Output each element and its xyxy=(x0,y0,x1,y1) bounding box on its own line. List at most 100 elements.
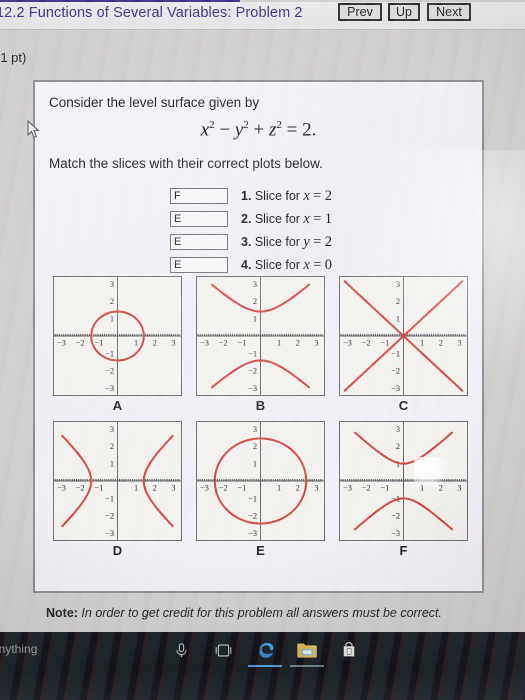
answer-label-1: 1. Slice for x = 2 xyxy=(241,188,332,205)
taskbar-icon-group xyxy=(168,636,362,667)
equation-minus: − xyxy=(219,119,231,141)
note-text: In order to get credit for this problem … xyxy=(77,606,442,620)
credit-note: Note: In order to get credit for this pr… xyxy=(46,606,442,620)
svg-text:1: 1 xyxy=(420,483,424,492)
svg-text:−1: −1 xyxy=(94,483,103,492)
svg-text:1: 1 xyxy=(110,460,114,469)
plot-cell-E: −3 −2 −1 1 2 3 −3 −2 −1 1 2 3 E xyxy=(196,421,325,558)
search-box-text[interactable]: anything xyxy=(0,642,37,656)
svg-text:−3: −3 xyxy=(391,529,400,538)
svg-text:−3: −3 xyxy=(343,483,352,492)
microsoft-store-icon[interactable] xyxy=(336,636,362,664)
file-explorer-icon[interactable] xyxy=(290,636,324,667)
svg-text:−2: −2 xyxy=(248,367,257,376)
plot-cell-A: −3 −2 −1 1 2 3 −3 −2 −1 1 2 3 A xyxy=(53,276,182,413)
svg-text:−1: −1 xyxy=(105,349,114,358)
svg-text:3: 3 xyxy=(457,483,461,492)
plot-row-bottom: −3 −2 −1 1 2 3 −3 −2 −1 1 2 3 D −3 −2 −1 1 2 3 −3 −2 −1 1 2 3 … xyxy=(53,421,468,558)
equation-rhs: 2. xyxy=(302,119,317,141)
svg-text:−3: −3 xyxy=(248,529,257,538)
answer-word-3: Slice for xyxy=(254,234,300,249)
answer-label-3: 3. Slice for y = 2 xyxy=(241,234,332,251)
plot-frame-A[interactable]: −3 −2 −1 1 2 3 −3 −2 −1 1 2 3 xyxy=(53,276,182,396)
problem-panel: Consider the level surface given by x2 −… xyxy=(33,80,484,593)
answer-input-2[interactable] xyxy=(170,211,228,227)
answer-input-1[interactable] xyxy=(170,188,228,204)
level-surface-equation: x2 − y2 + z2 = 2. xyxy=(35,119,482,141)
svg-text:2: 2 xyxy=(153,338,157,347)
plot-frame-D[interactable]: −3 −2 −1 1 2 3 −3 −2 −1 1 2 3 xyxy=(53,421,182,541)
answer-number-4: 4. xyxy=(241,257,252,272)
equation-x-exp: 2 xyxy=(209,119,215,131)
answer-label-4: 4. Slice for x = 0 xyxy=(241,257,332,274)
answer-input-4[interactable] xyxy=(170,257,228,273)
answer-word-1: Slice for xyxy=(254,188,300,203)
plot-cell-B: −3 −2 −1 1 2 3 −3 −2 −1 1 2 3 B xyxy=(196,276,325,413)
svg-text:1: 1 xyxy=(277,483,281,492)
svg-text:−1: −1 xyxy=(380,483,389,492)
svg-text:1: 1 xyxy=(396,315,400,324)
mouse-cursor xyxy=(27,120,40,139)
plot-frame-B[interactable]: −3 −2 −1 1 2 3 −3 −2 −1 1 2 3 xyxy=(196,276,325,396)
answer-list: 1. Slice for x = 2 2. Slice for x = 1 3.… xyxy=(170,186,332,278)
answer-row-3: 3. Slice for y = 2 xyxy=(170,232,332,252)
svg-text:−3: −3 xyxy=(105,529,114,538)
plot-label-D: D xyxy=(112,543,123,558)
svg-text:3: 3 xyxy=(253,280,257,289)
edge-icon[interactable] xyxy=(248,636,282,667)
plot-frame-E[interactable]: −3 −2 −1 1 2 3 −3 −2 −1 1 2 3 xyxy=(196,421,325,541)
plot-cell-C: −3 −2 −1 1 2 3 −3 −2 −1 1 2 3 C xyxy=(339,276,468,413)
plot-frame-C[interactable]: −3 −2 −1 1 2 3 −3 −2 −1 1 2 3 xyxy=(339,276,468,396)
windows-taskbar: anything xyxy=(0,632,525,700)
svg-text:−1: −1 xyxy=(248,349,257,358)
svg-text:−1: −1 xyxy=(391,349,400,358)
svg-text:2: 2 xyxy=(153,483,157,492)
microphone-icon[interactable] xyxy=(168,636,194,664)
svg-text:3: 3 xyxy=(314,483,318,492)
problem-header: 12.2 Functions of Several Variables: Pro… xyxy=(0,2,525,30)
plot-label-A: A xyxy=(112,398,123,413)
answer-row-4: 4. Slice for x = 0 xyxy=(170,255,332,275)
svg-text:−3: −3 xyxy=(343,338,352,347)
svg-text:1: 1 xyxy=(134,483,138,492)
svg-text:3: 3 xyxy=(171,338,175,347)
answer-word-2: Slice for xyxy=(254,211,300,226)
svg-text:−2: −2 xyxy=(362,338,371,347)
up-button[interactable]: Up xyxy=(388,3,420,21)
equation-plus: + xyxy=(253,119,265,141)
svg-text:1: 1 xyxy=(253,460,257,469)
problem-instruction-text: Match the slices with their correct plot… xyxy=(49,156,323,171)
svg-text:−2: −2 xyxy=(248,512,257,521)
svg-text:2: 2 xyxy=(439,483,443,492)
plot-cell-D: −3 −2 −1 1 2 3 −3 −2 −1 1 2 3 D xyxy=(53,421,182,558)
svg-text:2: 2 xyxy=(396,442,400,451)
equation-y-exp: 2 xyxy=(243,119,249,131)
svg-text:−1: −1 xyxy=(248,494,257,503)
plot-cell-F: −3 −2 −1 1 2 3 −3 −2 −1 1 2 3 F xyxy=(339,421,468,558)
svg-text:3: 3 xyxy=(457,338,461,347)
svg-text:−2: −2 xyxy=(219,483,228,492)
svg-text:−2: −2 xyxy=(362,483,371,492)
task-view-icon[interactable] xyxy=(210,636,236,664)
answer-row-1: 1. Slice for x = 2 xyxy=(170,186,332,206)
svg-text:−2: −2 xyxy=(105,367,114,376)
note-prefix: Note: xyxy=(46,606,78,620)
answer-val-1: 2 xyxy=(324,187,332,204)
next-button[interactable]: Next xyxy=(427,3,471,21)
answer-number-1: 1. xyxy=(241,188,252,203)
answer-input-3[interactable] xyxy=(170,234,228,250)
svg-text:−1: −1 xyxy=(237,483,246,492)
answer-var-2: x xyxy=(303,210,310,227)
plot-label-B: B xyxy=(255,398,266,413)
svg-text:−2: −2 xyxy=(105,512,114,521)
answer-row-2: 2. Slice for x = 1 xyxy=(170,209,332,229)
answer-eq-1: = xyxy=(313,187,322,204)
prev-button[interactable]: Prev xyxy=(338,3,382,21)
plot-frame-F[interactable]: −3 −2 −1 1 2 3 −3 −2 −1 1 2 3 xyxy=(339,421,468,541)
svg-text:−2: −2 xyxy=(391,367,400,376)
answer-number-3: 3. xyxy=(241,234,252,249)
svg-text:3: 3 xyxy=(253,425,257,434)
svg-text:2: 2 xyxy=(253,297,257,306)
answer-eq-3: = xyxy=(313,233,322,250)
answer-number-2: 2. xyxy=(241,211,252,226)
